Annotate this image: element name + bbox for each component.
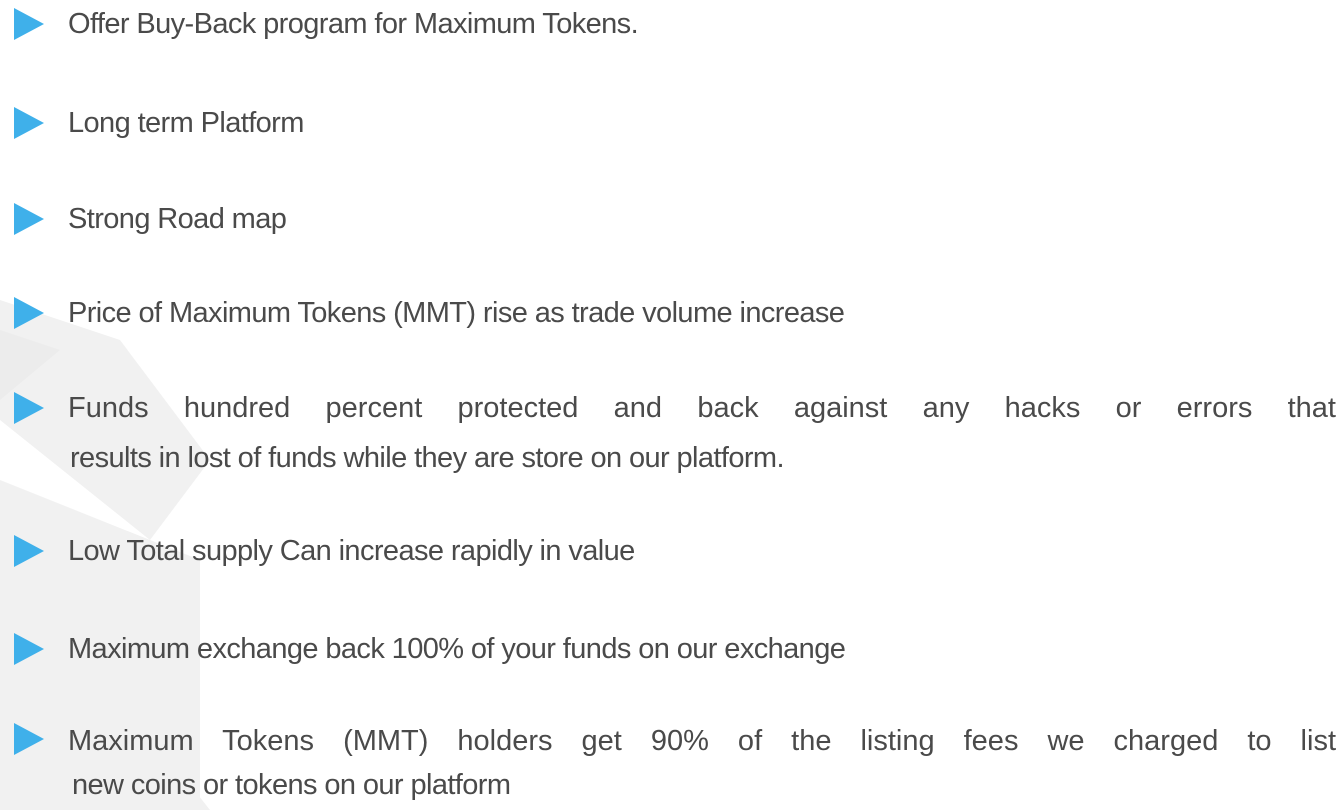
list-item-text-continued: results in lost of funds while they are …: [70, 442, 785, 474]
list-item-text: Maximum Tokens (MMT) holders get 90% of …: [68, 725, 1336, 757]
list-item-text: Price of Maximum Tokens (MMT) rise as tr…: [68, 297, 845, 329]
document-page: Offer Buy-Back program for Maximum Token…: [0, 0, 1340, 810]
feature-list: Offer Buy-Back program for Maximum Token…: [0, 0, 1340, 810]
list-item-text-continued: new coins or tokens on our platform: [72, 769, 511, 801]
list-item-text: Long term Platform: [68, 107, 304, 139]
triangle-right-icon: [14, 297, 44, 329]
triangle-right-icon: [14, 8, 44, 40]
list-item-text: Maximum exchange back 100% of your funds…: [68, 633, 846, 665]
triangle-right-icon: [14, 633, 44, 665]
list-item-text: Funds hundred percent protected and back…: [68, 392, 1336, 424]
triangle-right-icon: [14, 392, 44, 424]
list-item-text: Low Total supply Can increase rapidly in…: [68, 535, 635, 567]
list-item-text: Strong Road map: [68, 203, 287, 235]
triangle-right-icon: [14, 107, 44, 139]
triangle-right-icon: [14, 723, 44, 755]
triangle-right-icon: [14, 203, 44, 235]
list-item-text: Offer Buy-Back program for Maximum Token…: [68, 8, 639, 40]
triangle-right-icon: [14, 535, 44, 567]
